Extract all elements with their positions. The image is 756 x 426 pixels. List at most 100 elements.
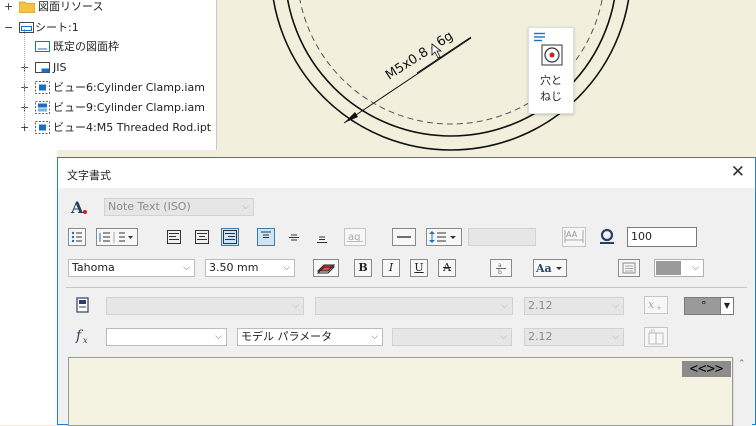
- stretch-icon: [598, 228, 616, 246]
- browser-item-label: ビュー4:M5 Threaded Rod.ipt: [53, 121, 212, 134]
- dialog-titlebar: 文字書式 ✕: [58, 158, 755, 188]
- hole-thread-popup[interactable]: 穴と ねじ: [528, 27, 574, 114]
- chevron-down-icon: ⌵: [612, 301, 619, 311]
- add-property-button[interactable]: 𝑥 +: [644, 296, 668, 314]
- close-icon[interactable]: ✕: [731, 162, 745, 182]
- linked-text-token[interactable]: <<>>: [682, 361, 731, 377]
- title-block-icon: [35, 61, 51, 73]
- browser-pane-lower: [0, 150, 57, 425]
- symbol-select[interactable]: ° ▼: [684, 297, 734, 315]
- hole-thread-icon: [541, 44, 563, 66]
- svg-text:AA: AA: [566, 230, 578, 239]
- baseline-button[interactable]: ag: [344, 228, 366, 246]
- color-swatch: [656, 261, 681, 275]
- chevron-down-icon: ⌵: [292, 301, 299, 311]
- vertical-scrollbar[interactable]: ⌃: [733, 357, 752, 426]
- align-top-button[interactable]: [257, 228, 275, 246]
- text-color-select[interactable]: ⌵: [654, 259, 704, 277]
- symbol-value: °: [701, 299, 707, 312]
- align-center-button[interactable]: [193, 228, 211, 246]
- chevron-down-icon: ⌵: [283, 263, 290, 273]
- expand-toggle[interactable]: +: [4, 0, 13, 16]
- source-select[interactable]: ⌵: [315, 297, 513, 315]
- dialog-title: 文字書式: [67, 169, 111, 182]
- svg-text:𝑥: 𝑥: [648, 298, 655, 311]
- browser-item-label: シート:1: [35, 21, 79, 34]
- single-line-button[interactable]: [392, 228, 416, 246]
- svg-text:A: A: [70, 198, 84, 216]
- parameter-type-select[interactable]: モデル パラメータ ⌵: [237, 328, 383, 346]
- svg-text:b: b: [498, 269, 502, 276]
- component-select[interactable]: ⌵: [106, 297, 304, 315]
- drawing-view-icon: [35, 121, 51, 134]
- bullet-list-button[interactable]: [68, 228, 86, 246]
- align-right-button[interactable]: [221, 228, 239, 246]
- add-parameter-button[interactable]: d0: [644, 327, 668, 347]
- svg-text:+: +: [656, 304, 662, 312]
- folder-icon: [19, 0, 35, 13]
- chevron-down-icon: ⌵: [692, 263, 699, 273]
- svg-text:d0: d0: [649, 329, 655, 335]
- text-style-select[interactable]: Note Text (ISO) ⌵: [104, 198, 254, 216]
- case-dropdown[interactable]: Aa: [533, 259, 567, 277]
- text-layer-button[interactable]: [313, 259, 339, 277]
- chevron-down-icon[interactable]: ▼: [720, 298, 733, 314]
- component-icon: [76, 297, 90, 313]
- browser-item-label: JIS: [53, 61, 67, 74]
- font-size-select[interactable]: 3.50 mm ⌵: [205, 259, 295, 277]
- function-icon: fx: [75, 327, 95, 345]
- thread-view-drawing: M5x0.8 - 6g: [272, 0, 630, 151]
- browser-item-label: ビュー6:Cylinder Clamp.iam: [53, 81, 205, 94]
- format-text-dialog: 文字書式 ✕ A Note Text (ISO) ⌵ ag AA 100 Tah…: [57, 157, 756, 426]
- align-middle-button[interactable]: [285, 228, 303, 246]
- border-icon: [35, 40, 51, 52]
- svg-text:a: a: [498, 262, 502, 269]
- section-view-icon: [35, 101, 51, 114]
- stretch-input[interactable]: 100: [627, 227, 697, 247]
- svg-text:Aa: Aa: [535, 262, 552, 275]
- strikethrough-button[interactable]: A: [438, 259, 456, 277]
- background-fill-button[interactable]: [618, 259, 640, 277]
- drawing-view-icon: [35, 81, 51, 94]
- text-style-value: Note Text (ISO): [108, 200, 191, 213]
- browser-item-label: 図面リソース: [38, 0, 104, 13]
- precision-select-2[interactable]: 2.12 ⌵: [524, 328, 624, 346]
- numbered-list-dropdown[interactable]: [96, 228, 138, 246]
- stack-fraction-button[interactable]: ab: [490, 259, 512, 277]
- chevron-down-icon: ⌵: [500, 332, 507, 342]
- browser-item-label: 既定の図面枠: [53, 40, 119, 53]
- fit-text-icon[interactable]: AA: [562, 227, 586, 247]
- font-value: Tahoma: [72, 261, 115, 274]
- thread-dimension-text[interactable]: M5x0.8 - 6g: [383, 29, 456, 84]
- underline-button[interactable]: U: [410, 259, 428, 277]
- text-style-icon: A: [70, 198, 90, 216]
- chevron-down-icon: ⌵: [183, 263, 190, 273]
- svg-text:x: x: [83, 336, 88, 345]
- parameter-select[interactable]: ⌵: [392, 328, 512, 346]
- toolbar-separator: [66, 287, 747, 288]
- chevron-down-icon: ⌵: [501, 301, 508, 311]
- text-edit-area[interactable]: <<>>: [68, 357, 733, 426]
- browser-item-label: ビュー9:Cylinder Clamp.iam: [53, 101, 205, 114]
- line-spacing-value-field[interactable]: [468, 228, 536, 246]
- font-size-value: 3.50 mm: [209, 261, 259, 274]
- line-spacing-dropdown[interactable]: [426, 228, 462, 246]
- bold-button[interactable]: B: [354, 259, 372, 277]
- precision-select-1[interactable]: 2.12 ⌵: [524, 297, 624, 315]
- chevron-down-icon: ⌵: [242, 202, 249, 212]
- precision-value-2: 2.12: [528, 330, 553, 343]
- parameter-source-select[interactable]: ⌵: [106, 328, 227, 346]
- align-bottom-button[interactable]: [313, 228, 331, 246]
- popup-label-line1: 穴と: [540, 74, 562, 87]
- precision-value-1: 2.12: [528, 299, 553, 312]
- drawing-canvas[interactable]: M5x0.8 - 6g: [217, 0, 756, 160]
- stretch-value: 100: [631, 230, 652, 243]
- model-browser: + 図面リソース − シート:1 既定の図面枠 + JIS + ビュー6:Cyl…: [0, 0, 217, 150]
- menu-lines-icon: [534, 32, 546, 42]
- scroll-up-icon[interactable]: ⌃: [738, 359, 746, 369]
- font-select[interactable]: Tahoma ⌵: [68, 259, 195, 277]
- tree-lines: [24, 29, 25, 127]
- italic-button[interactable]: I: [382, 259, 400, 277]
- align-left-button[interactable]: [165, 228, 183, 246]
- popup-label-line2: ねじ: [540, 90, 562, 103]
